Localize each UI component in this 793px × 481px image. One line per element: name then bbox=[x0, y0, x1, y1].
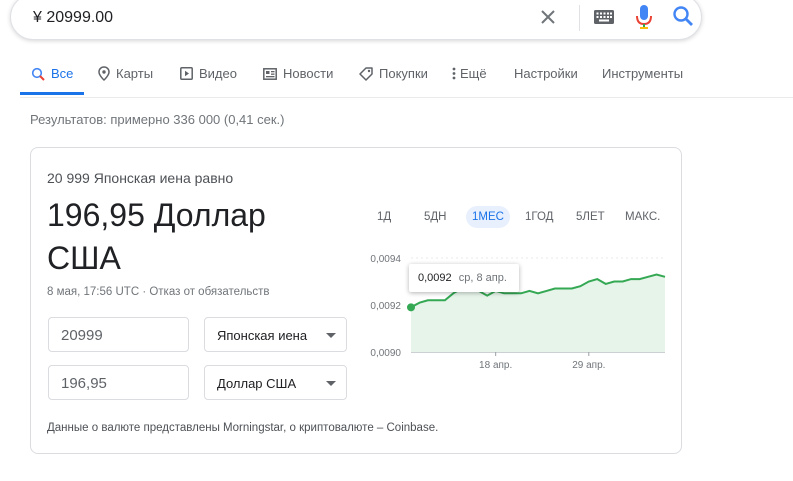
tab-label: Все bbox=[51, 66, 74, 81]
tab-label: Ещё bbox=[460, 66, 487, 81]
search-tabs: Все Карты Видео Новости Покупки Ещё Наст… bbox=[0, 55, 793, 97]
range-5y[interactable]: 5ЛЕТ bbox=[576, 206, 605, 228]
select-value: Доллар США bbox=[217, 376, 297, 391]
tab-label: Видео bbox=[199, 66, 237, 81]
equals-label: 20 999 Японская иена равно bbox=[47, 170, 234, 186]
keyboard-icon[interactable] bbox=[593, 9, 615, 25]
tab-label: Настройки bbox=[514, 66, 578, 81]
range-1m[interactable]: 1МЕС bbox=[466, 206, 510, 228]
range-1y[interactable]: 1ГОД bbox=[525, 206, 553, 228]
result-value: 196,95 Доллар bbox=[47, 197, 266, 233]
divider bbox=[579, 5, 580, 31]
caret-down-icon bbox=[326, 381, 336, 386]
search-input[interactable]: ¥ 20999.00 bbox=[33, 9, 113, 27]
select-value: Японская иена bbox=[217, 328, 308, 343]
range-1d[interactable]: 1Д bbox=[377, 206, 391, 228]
range-5d[interactable]: 5ДН bbox=[424, 206, 447, 228]
tab-label: Карты bbox=[116, 66, 154, 81]
currency-converter-card: 20 999 Японская иена равно 196,95 Доллар… bbox=[30, 147, 682, 454]
play-icon bbox=[180, 67, 193, 80]
tab-tools[interactable]: Инструменты bbox=[602, 66, 683, 81]
to-currency-select[interactable]: Доллар США bbox=[204, 365, 347, 400]
y-tick-label: 0,0092 bbox=[370, 301, 401, 312]
range-max[interactable]: МАКС. bbox=[625, 206, 660, 228]
tab-settings[interactable]: Настройки bbox=[514, 66, 578, 81]
tab-label: Инструменты bbox=[602, 66, 684, 81]
tag-icon bbox=[359, 66, 373, 81]
tab-all[interactable]: Все bbox=[31, 66, 73, 81]
x-tick-label: 18 апр. bbox=[479, 360, 512, 371]
y-tick-label: 0,0090 bbox=[370, 348, 401, 359]
chart-tooltip: 0,0092 ср, 8 апр. bbox=[409, 264, 519, 292]
tooltip-value: 0,0092 bbox=[418, 272, 452, 284]
tab-maps[interactable]: Карты bbox=[98, 66, 153, 81]
clear-icon[interactable] bbox=[536, 5, 560, 29]
timestamp-disclaimer[interactable]: 8 мая, 17:56 UTC · Отказ от обязательств bbox=[47, 286, 270, 298]
from-amount-input[interactable]: 20999 bbox=[48, 317, 189, 352]
tab-label: Новости bbox=[283, 66, 334, 81]
data-source-note: Данные о валюте представлены Morningstar… bbox=[47, 422, 439, 434]
tab-news[interactable]: Новости bbox=[263, 66, 333, 81]
selected-data-point bbox=[407, 303, 415, 312]
microphone-icon[interactable] bbox=[634, 3, 654, 31]
search-box[interactable]: ¥ 20999.00 bbox=[10, 0, 702, 40]
search-icon[interactable] bbox=[671, 4, 695, 28]
news-icon bbox=[263, 67, 277, 80]
result-stats: Результатов: примерно 336 000 (0,41 сек.… bbox=[30, 112, 285, 127]
to-amount-input[interactable]: 196,95 bbox=[48, 365, 189, 400]
from-currency-select[interactable]: Японская иена bbox=[204, 317, 347, 352]
map-pin-icon bbox=[98, 66, 110, 81]
tooltip-date: ср, 8 апр. bbox=[458, 272, 507, 284]
more-vertical-icon bbox=[452, 67, 456, 80]
tab-more[interactable]: Ещё bbox=[452, 66, 487, 81]
tab-label: Покупки bbox=[379, 66, 428, 81]
tab-video[interactable]: Видео bbox=[180, 66, 237, 81]
divider bbox=[20, 97, 793, 98]
x-tick-label: 29 апр. bbox=[572, 360, 605, 371]
converted-result: 196,95 Доллар США bbox=[47, 194, 337, 280]
tab-shopping[interactable]: Покупки bbox=[359, 66, 428, 81]
y-tick-label: 0,0094 bbox=[370, 254, 401, 265]
result-currency: США bbox=[47, 240, 121, 276]
caret-down-icon bbox=[326, 333, 336, 338]
active-tab-indicator bbox=[20, 92, 84, 95]
search-icon bbox=[31, 67, 45, 81]
